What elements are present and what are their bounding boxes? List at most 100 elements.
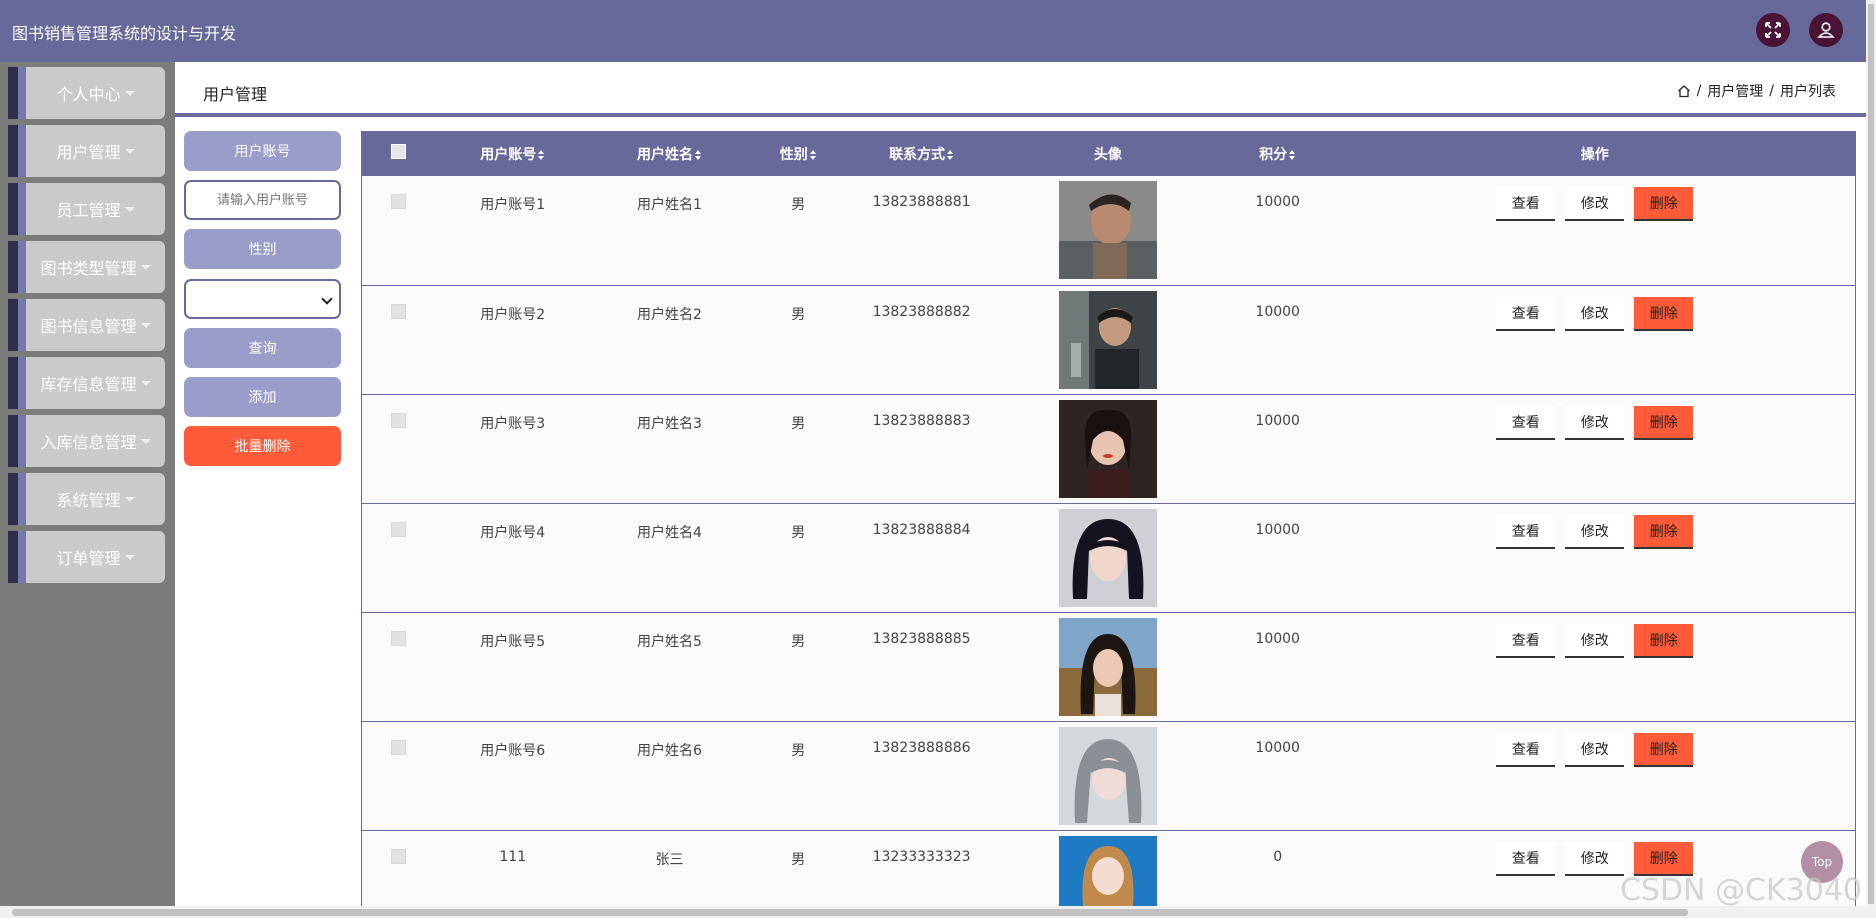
avatar-photo[interactable] — [1058, 181, 1157, 279]
avatar-photo[interactable] — [1058, 617, 1157, 716]
sort-icon[interactable] — [1289, 149, 1296, 160]
cell-account: 用户账号4 — [480, 524, 546, 541]
sidebar-item-book-info-management[interactable]: 图书信息管理 — [8, 299, 165, 351]
cell-points: 10000 — [1255, 412, 1300, 429]
caret-down-icon — [140, 264, 151, 270]
sort-icon[interactable] — [694, 149, 702, 160]
edit-button[interactable]: 修改 — [1565, 732, 1625, 767]
view-button[interactable]: 查看 — [1496, 405, 1556, 440]
view-button[interactable]: 查看 — [1496, 841, 1556, 876]
avatar-photo[interactable] — [1058, 508, 1157, 607]
edit-button[interactable]: 修改 — [1565, 187, 1625, 221]
add-button[interactable]: 添加 — [184, 377, 341, 417]
chevron-down-icon — [321, 293, 333, 305]
row-checkbox[interactable] — [390, 848, 406, 864]
sort-icon[interactable] — [538, 149, 545, 160]
cell-points: 10000 — [1255, 194, 1300, 210]
sidebar-item-user-management[interactable]: 用户管理 — [8, 125, 165, 177]
column-header-phone[interactable]: 联系方式 — [848, 131, 995, 176]
cell-points: 10000 — [1255, 630, 1300, 647]
breadcrumb-item-user-list: 用户列表 — [1780, 84, 1836, 100]
query-button[interactable]: 查询 — [184, 328, 341, 368]
view-button[interactable]: 查看 — [1496, 732, 1556, 767]
cell-gender: 男 — [791, 851, 806, 868]
column-header-account[interactable]: 用户账号 — [435, 131, 591, 176]
view-button[interactable]: 查看 — [1496, 514, 1556, 549]
account-search-input[interactable] — [184, 180, 341, 220]
sidebar-item-book-type-management[interactable]: 图书类型管理 — [8, 241, 165, 293]
sidebar-item-order-management[interactable]: 订单管理 — [8, 531, 165, 583]
edit-button[interactable]: 修改 — [1565, 405, 1625, 440]
home-icon[interactable] — [1677, 84, 1691, 98]
delete-button[interactable]: 删除 — [1634, 623, 1694, 658]
app-title: 图书销售管理系统的设计与开发 — [12, 24, 237, 43]
cell-name: 用户姓名3 — [637, 415, 702, 432]
delete-button[interactable]: 删除 — [1634, 187, 1694, 221]
avatar-photo[interactable] — [1058, 835, 1157, 908]
edit-button[interactable]: 修改 — [1565, 296, 1625, 331]
caret-down-icon — [140, 438, 151, 444]
cell-phone: 13823888881 — [872, 194, 971, 210]
row-checkbox[interactable] — [390, 303, 406, 319]
cell-gender: 男 — [791, 197, 806, 213]
batch-delete-button[interactable]: 批量删除 — [184, 426, 341, 466]
horizontal-scrollbar[interactable] — [0, 906, 1866, 918]
table-row: 用户账号1 用户姓名1 男 13823888881 10000 查看 修改 删除 — [362, 176, 1855, 285]
column-header-points[interactable]: 积分 — [1221, 131, 1335, 176]
row-checkbox[interactable] — [390, 739, 406, 755]
cell-points: 10000 — [1255, 303, 1300, 320]
sidebar-item-personal-center[interactable]: 个人中心 — [8, 67, 165, 119]
row-checkbox[interactable] — [390, 630, 406, 646]
row-checkbox[interactable] — [390, 194, 406, 209]
column-header-name[interactable]: 用户姓名 — [591, 131, 749, 176]
breadcrumb-item-user-management[interactable]: 用户管理 — [1707, 81, 1763, 101]
cell-phone: 13823888884 — [872, 521, 971, 538]
delete-button[interactable]: 删除 — [1634, 732, 1694, 767]
delete-button[interactable]: 删除 — [1634, 405, 1694, 440]
view-button[interactable]: 查看 — [1496, 187, 1556, 221]
sort-icon[interactable] — [947, 149, 954, 160]
view-button[interactable]: 查看 — [1496, 296, 1556, 331]
avatar-photo[interactable] — [1058, 726, 1157, 825]
sidebar-item-stock-info-management[interactable]: 库存信息管理 — [8, 357, 165, 409]
user-menu-button[interactable] — [1809, 13, 1843, 47]
delete-button[interactable]: 删除 — [1634, 296, 1694, 331]
sidebar-item-inbound-info-management[interactable]: 入库信息管理 — [8, 415, 165, 467]
view-button[interactable]: 查看 — [1496, 623, 1556, 658]
cell-name: 用户姓名6 — [637, 742, 702, 759]
sidebar-item-label: 入库信息管理 — [40, 433, 137, 452]
delete-button[interactable]: 删除 — [1634, 514, 1694, 549]
select-all-checkbox[interactable] — [390, 144, 406, 159]
top-header: 图书销售管理系统的设计与开发 — [0, 0, 1866, 62]
column-header-gender[interactable]: 性别 — [748, 131, 848, 176]
sidebar-item-staff-management[interactable]: 员工管理 — [8, 183, 165, 235]
cell-phone: 13233333323 — [872, 848, 971, 865]
avatar-photo[interactable] — [1058, 290, 1157, 389]
sort-icon[interactable] — [809, 149, 817, 160]
cell-points: 10000 — [1255, 521, 1300, 538]
vertical-scrollbar[interactable] — [1866, 0, 1876, 918]
cell-name: 用户姓名1 — [637, 197, 702, 213]
cell-account: 用户账号1 — [480, 197, 546, 213]
cell-gender: 男 — [791, 524, 806, 541]
row-checkbox[interactable] — [390, 521, 406, 537]
sidebar-item-system-management[interactable]: 系统管理 — [8, 473, 165, 525]
sidebar-item-label: 用户管理 — [56, 143, 121, 162]
column-header-actions: 操作 — [1580, 146, 1609, 163]
edit-button[interactable]: 修改 — [1565, 841, 1625, 876]
edit-button[interactable]: 修改 — [1565, 514, 1625, 549]
table-header-row: 用户账号 用户姓名 性别 联系方式 头像 积分 操作 — [362, 131, 1855, 176]
delete-button[interactable]: 删除 — [1634, 841, 1694, 876]
edit-button[interactable]: 修改 — [1565, 623, 1625, 658]
sidebar-item-label: 员工管理 — [56, 201, 121, 220]
row-checkbox[interactable] — [390, 412, 406, 428]
column-header-avatar: 头像 — [1093, 146, 1122, 163]
cell-account: 用户账号3 — [480, 415, 546, 432]
avatar-photo[interactable] — [1058, 399, 1157, 498]
sidebar-item-label: 订单管理 — [56, 549, 121, 568]
breadcrumb: / 用户管理 / 用户列表 — [1677, 81, 1836, 101]
fullscreen-button[interactable] — [1756, 13, 1790, 47]
caret-down-icon — [140, 322, 151, 328]
fullscreen-icon — [1765, 22, 1781, 38]
gender-select[interactable] — [184, 279, 341, 319]
